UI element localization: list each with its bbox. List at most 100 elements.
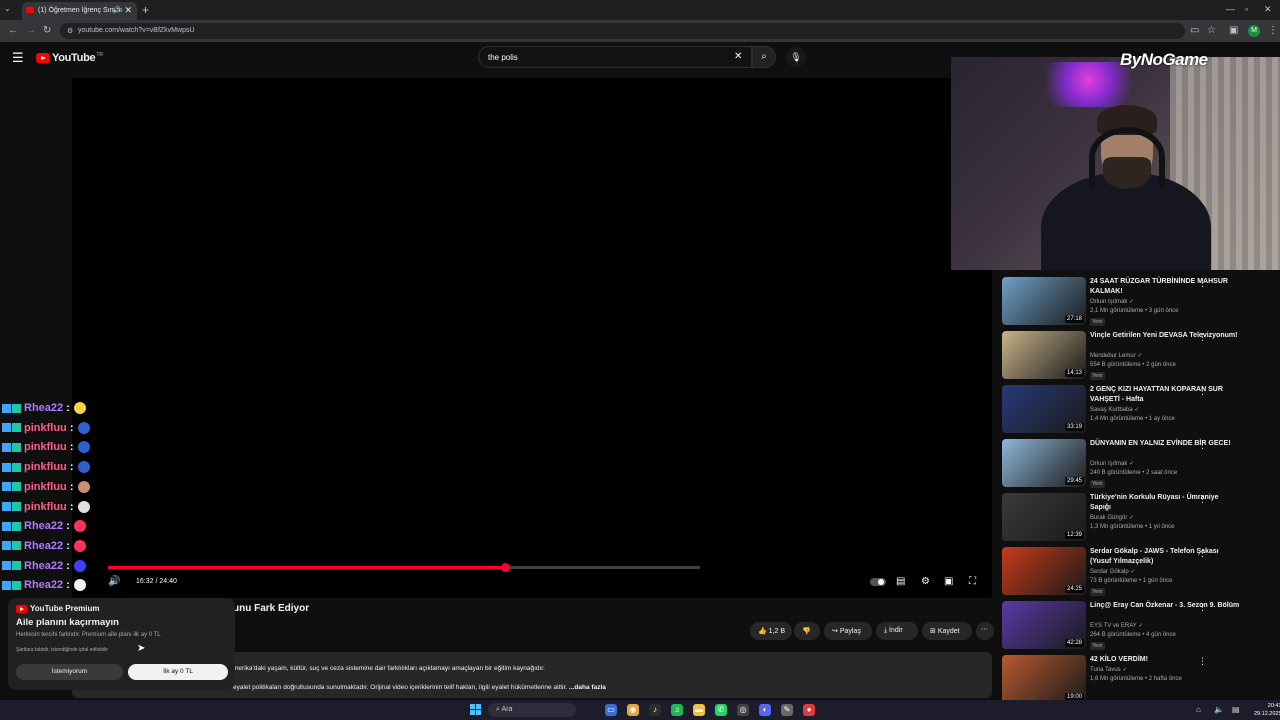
tab-close-icon[interactable]: ✕ (124, 5, 132, 16)
recommendation-meta: 240 B görüntüleme • 2 saat önce (1090, 470, 1178, 476)
spotify-icon[interactable]: ♫ (671, 704, 683, 716)
recommendation-item[interactable]: 33:19 2 GENÇ KIZI HAYATTAN KOPARAN SUR V… (1002, 385, 1262, 439)
volume-tray-icon[interactable]: 🔈 (1214, 705, 1224, 714)
verified-icon: ✓ (1129, 299, 1135, 305)
recommendation-title[interactable]: 2 GENÇ KIZI HAYATTAN KOPARAN SUR VAHŞETİ… (1090, 385, 1240, 404)
recommendation-item[interactable]: 24:25 Serdar Gökalp - JAWS - Telefon Şak… (1002, 547, 1262, 601)
taskbar-search[interactable]: ⌕ Ara (488, 703, 576, 717)
video-player[interactable] (72, 78, 992, 598)
volume-icon[interactable]: 🔊 (108, 576, 120, 587)
more-options-icon[interactable]: ⋮ (1198, 602, 1207, 613)
video-thumbnail[interactable]: 19:00 (1002, 655, 1086, 703)
video-thumbnail[interactable]: 33:19 (1002, 385, 1086, 433)
notification-icon[interactable]: ▤ (1232, 705, 1240, 714)
more-options-icon[interactable]: ⋮ (1198, 494, 1207, 505)
recommendation-title[interactable]: Serdar Gökalp - JAWS - Telefon Şakası (Y… (1090, 547, 1240, 566)
network-icon[interactable]: ⌂ (1196, 705, 1201, 714)
extensions-icon[interactable]: ▣ (1229, 25, 1238, 36)
recommendation-title[interactable]: Türkiye'nin Korkulu Rüyası - Ümraniye Sa… (1090, 493, 1240, 512)
cast-icon[interactable]: ▭ (1190, 25, 1199, 36)
tiktok-icon[interactable]: ♪ (649, 704, 661, 716)
recommendation-title[interactable]: 42 KİLO VERDİM! (1090, 655, 1240, 665)
prime-badge-icon (2, 521, 11, 531)
browser-tab[interactable]: (1) Öğretmen İğrenç Sırrını 🔊 ✕ (22, 2, 137, 20)
recommendation-item[interactable]: 29:45 DÜNYANIN EN YALNIZ EVİNDE BİR GECE… (1002, 439, 1262, 493)
search-button[interactable]: ⌕ (752, 46, 776, 68)
dislike-button[interactable]: 👎 (794, 622, 820, 640)
recommendation-title[interactable]: DÜNYANIN EN YALNIZ EVİNDE BİR GECE! (1090, 439, 1240, 449)
chat-username: pinkfluu (24, 441, 67, 454)
premium-logo: YouTube Premium (16, 604, 100, 613)
emote-icon (73, 559, 86, 572)
video-thumbnail[interactable]: 24:25 (1002, 547, 1086, 595)
recommendation-title[interactable]: Vinçle Getirilen Yeni DEVASA Televizyonu… (1090, 331, 1240, 341)
recommendation-title[interactable]: 24 SAAT RÜZGAR TÜRBİNİNDE MAHSUR KALMAK! (1090, 277, 1240, 296)
url-field[interactable]: ⚙ youtube.com/watch?v=vBfZkvMwpsU (60, 23, 1185, 39)
more-options-icon[interactable]: ⋮ (1198, 332, 1207, 343)
minimize-icon[interactable]: — (1226, 4, 1235, 14)
audio-playing-icon[interactable]: 🔊 (112, 6, 121, 14)
more-options-icon[interactable]: ⋮ (1198, 548, 1207, 559)
autoplay-toggle[interactable] (870, 578, 886, 586)
reload-icon[interactable]: ↻ (43, 25, 51, 36)
accept-offer-button[interactable]: İlk ay 0 TL (128, 664, 228, 680)
description-more-link[interactable]: ...daha fazla (569, 684, 606, 691)
recommendation-title[interactable]: Linç@ Eray Can Özkenar - 3. Sezon 9. Böl… (1090, 601, 1240, 611)
file-explorer-icon[interactable]: ▬ (693, 704, 705, 716)
back-icon[interactable]: ← (8, 25, 18, 36)
whatsapp-icon[interactable]: ✆ (715, 704, 727, 716)
video-thumbnail[interactable]: 27:18 (1002, 277, 1086, 325)
recommendation-item[interactable]: 12:39 Türkiye'nin Korkulu Rüyası - Ümran… (1002, 493, 1262, 547)
more-actions-button[interactable]: ⋯ (976, 622, 994, 640)
save-icon: ⊞ (930, 628, 938, 635)
voice-search-button[interactable]: 🎙 (786, 47, 806, 67)
recommendation-item[interactable]: 27:18 24 SAAT RÜZGAR TÜRBİNİNDE MAHSUR K… (1002, 277, 1262, 331)
fullscreen-icon[interactable]: ⛶ (969, 576, 976, 587)
forward-icon[interactable]: → (26, 25, 36, 36)
menu-icon[interactable]: ☰ (12, 50, 24, 66)
profile-avatar[interactable]: M (1248, 25, 1260, 37)
recording-app-icon[interactable]: ● (803, 704, 815, 716)
discord-icon[interactable]: ◐ (759, 704, 771, 716)
browser-menu-icon[interactable]: ⋮ (1268, 25, 1278, 36)
recommendation-item[interactable]: 14:13 Vinçle Getirilen Yeni DEVASA Telev… (1002, 331, 1262, 385)
more-options-icon[interactable]: ⋮ (1198, 278, 1207, 289)
chat-username: pinkfluu (24, 480, 67, 493)
app-icon[interactable]: ✎ (781, 704, 793, 716)
site-info-icon[interactable]: ⚙ (67, 27, 73, 35)
share-button[interactable]: ↪ Paylaş (824, 622, 872, 640)
decline-button[interactable]: İstemiyorum (16, 664, 123, 680)
progress-scrubber[interactable] (500, 563, 510, 572)
recommendation-item[interactable]: 42:28 Linç@ Eray Can Özkenar - 3. Sezon … (1002, 601, 1262, 655)
save-button[interactable]: ⊞ Kaydet (922, 622, 972, 640)
taskbar-clock[interactable]: 20:43 29.12.2025 (1254, 702, 1280, 718)
youtube-logo[interactable]: YouTube TR (36, 52, 103, 64)
verified-icon: ✓ (1129, 515, 1135, 521)
recommendation-meta: 1,4 Mn görüntüleme • 1 ay önce (1090, 416, 1175, 422)
chrome-icon[interactable]: ◉ (627, 704, 639, 716)
miniplayer-icon[interactable]: ▣ (944, 576, 953, 587)
obs-icon[interactable]: ◎ (737, 704, 749, 716)
video-thumbnail[interactable]: 12:39 (1002, 493, 1086, 541)
tab-search-icon[interactable]: ⌄ (4, 4, 11, 13)
search-input[interactable]: the polis (478, 46, 752, 68)
search-clear-icon[interactable]: ✕ (734, 51, 742, 62)
video-thumbnail[interactable]: 29:45 (1002, 439, 1086, 487)
window-close-icon[interactable]: ✕ (1264, 4, 1272, 15)
recommendation-channel: EYS TV ve ERAY ✓ (1090, 622, 1143, 629)
new-tab-button[interactable]: + (142, 3, 149, 17)
subtitles-icon[interactable]: ▤ (896, 576, 905, 587)
download-button[interactable]: ⤓ İndir (876, 622, 918, 640)
maximize-icon[interactable]: ▫ (1245, 4, 1248, 14)
video-thumbnail[interactable]: 14:13 (1002, 331, 1086, 379)
like-button[interactable]: 👍 1,2 B (750, 622, 792, 640)
start-icon[interactable] (470, 704, 481, 715)
more-options-icon[interactable]: ⋮ (1198, 386, 1207, 397)
recommendation-channel: Orkun Işıtmak ✓ (1090, 298, 1134, 305)
video-thumbnail[interactable]: 42:28 (1002, 601, 1086, 649)
more-options-icon[interactable]: ⋮ (1198, 440, 1207, 451)
bookmark-star-icon[interactable]: ☆ (1207, 25, 1216, 36)
settings-icon[interactable]: ⚙ (921, 576, 930, 587)
task-view-icon[interactable]: ▭ (605, 704, 617, 716)
more-options-icon[interactable]: ⋮ (1198, 656, 1207, 667)
